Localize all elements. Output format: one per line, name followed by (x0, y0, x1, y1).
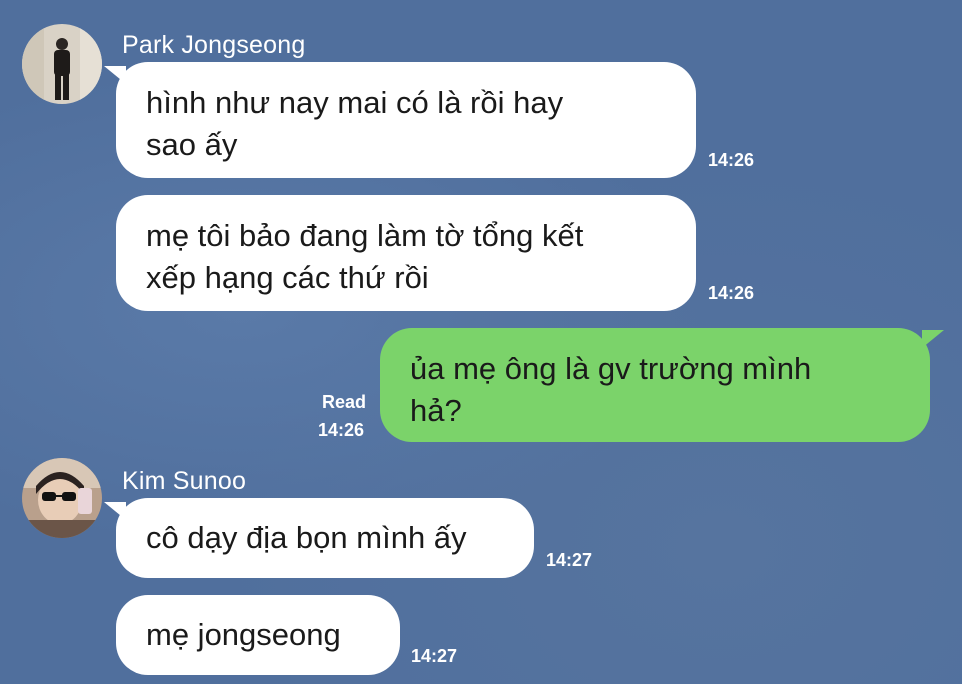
avatar-kim-sunoo[interactable] (22, 458, 102, 538)
message-timestamp: 14:27 (546, 550, 593, 570)
message-text: hả? (410, 393, 462, 428)
profile-photo-icon (22, 24, 102, 104)
message-text: ủa mẹ ông là gv trường mình (410, 351, 812, 386)
avatar-park-jongseong[interactable] (22, 24, 102, 104)
message-text: hình như nay mai có là rồi hay (146, 85, 564, 120)
read-receipt: Read (322, 392, 367, 412)
message-timestamp: 14:26 (708, 283, 755, 303)
message-text: mẹ tôi bảo đang làm tờ tổng kết (146, 218, 584, 253)
sender-name: Park Jongseong (122, 31, 306, 59)
profile-photo-icon (22, 458, 102, 538)
message-bubble-incoming[interactable]: mẹ tôi bảo đang làm tờ tổng kết xếp hạng… (116, 195, 696, 311)
message-timestamp: 14:26 (318, 420, 365, 440)
message-text: sao ấy (146, 127, 238, 162)
message-bubble-incoming[interactable]: cô dạy địa bọn mình ấy (116, 498, 534, 578)
message-bubble-outgoing[interactable]: ủa mẹ ông là gv trường mình hả? (380, 328, 930, 442)
message-text: xếp hạng các thứ rồi (146, 260, 429, 295)
bubble-tail (922, 330, 944, 348)
message-bubble-incoming[interactable]: mẹ jongseong (116, 595, 400, 675)
message-timestamp: 14:27 (411, 646, 458, 666)
message-bubble-incoming[interactable]: hình như nay mai có là rồi hay sao ấy (116, 62, 696, 178)
message-timestamp: 14:26 (708, 150, 755, 170)
message-text: cô dạy địa bọn mình ấy (146, 520, 467, 555)
sender-name: Kim Sunoo (122, 467, 247, 495)
message-text: mẹ jongseong (146, 617, 341, 652)
